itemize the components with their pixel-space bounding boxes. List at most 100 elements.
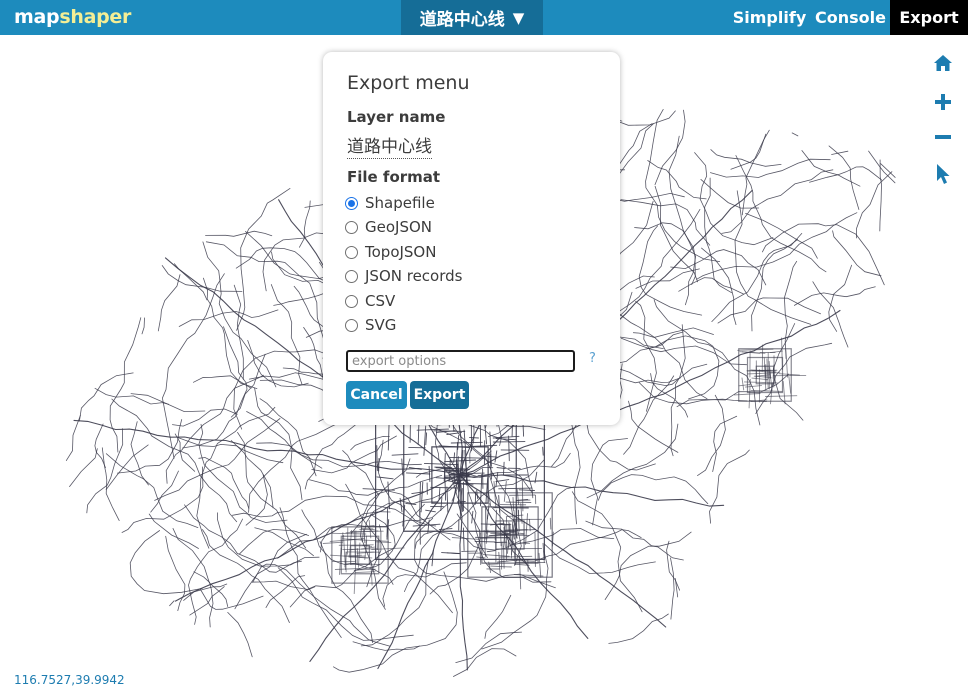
road-line bbox=[196, 406, 276, 549]
road-line bbox=[203, 277, 258, 389]
radio-button[interactable] bbox=[345, 269, 358, 283]
export-submit-button[interactable]: Export bbox=[410, 381, 469, 409]
layer-selector-button[interactable]: 道路中心线 ▼ bbox=[401, 0, 543, 35]
console-button[interactable]: Console bbox=[812, 0, 889, 35]
road-line bbox=[251, 580, 316, 591]
road-line bbox=[440, 497, 443, 511]
radio-button[interactable] bbox=[345, 294, 358, 308]
road-line bbox=[270, 284, 303, 385]
road-line bbox=[188, 518, 243, 625]
format-option-svg[interactable]: SVG bbox=[345, 314, 396, 336]
road-line bbox=[585, 520, 684, 561]
road-line bbox=[293, 285, 328, 330]
caret-down-icon: ▼ bbox=[512, 8, 525, 27]
road-line bbox=[141, 317, 145, 335]
road-line bbox=[513, 574, 544, 577]
road-line bbox=[741, 377, 745, 391]
road-line bbox=[459, 474, 725, 507]
road-line bbox=[498, 494, 501, 513]
road-line bbox=[755, 342, 833, 414]
road-line bbox=[856, 171, 893, 239]
road-line bbox=[794, 286, 876, 306]
format-label: SVG bbox=[365, 316, 397, 334]
road-line bbox=[435, 477, 460, 480]
road-line bbox=[233, 284, 244, 380]
road-line bbox=[444, 459, 477, 463]
road-line bbox=[788, 376, 792, 394]
zoom-in-icon[interactable] bbox=[930, 89, 956, 115]
road-line bbox=[94, 387, 169, 405]
road-line bbox=[237, 432, 307, 549]
simplify-button[interactable]: Simplify bbox=[729, 0, 810, 35]
format-option-json-records[interactable]: JSON records bbox=[345, 265, 462, 287]
road-line bbox=[161, 265, 243, 292]
export-options-input[interactable] bbox=[346, 350, 575, 372]
road-line bbox=[645, 109, 721, 262]
road-line bbox=[205, 230, 273, 237]
road-line bbox=[109, 317, 142, 453]
road-line bbox=[65, 415, 81, 461]
pointer-icon[interactable] bbox=[930, 161, 956, 187]
cancel-button[interactable]: Cancel bbox=[346, 381, 407, 409]
export-button[interactable]: Export bbox=[890, 0, 968, 35]
file-format-label: File format bbox=[347, 168, 441, 186]
road-line bbox=[386, 508, 389, 540]
help-link[interactable]: ? bbox=[589, 351, 596, 366]
road-line bbox=[184, 504, 302, 573]
road-line bbox=[354, 571, 376, 574]
home-icon[interactable] bbox=[930, 50, 956, 76]
road-line bbox=[503, 461, 505, 476]
road-line bbox=[782, 380, 786, 405]
road-line bbox=[252, 563, 391, 647]
road-line bbox=[387, 421, 390, 451]
road-line bbox=[704, 177, 732, 294]
road-line bbox=[178, 309, 279, 327]
road-line bbox=[457, 474, 468, 671]
format-option-csv[interactable]: CSV bbox=[345, 290, 395, 312]
road-line bbox=[542, 446, 544, 456]
road-line bbox=[490, 565, 512, 568]
road-line bbox=[494, 450, 498, 463]
road-line bbox=[416, 428, 449, 431]
road-line bbox=[453, 648, 517, 677]
road-line bbox=[508, 435, 510, 462]
road-line bbox=[277, 567, 414, 641]
format-label: GeoJSON bbox=[365, 218, 433, 236]
road-line bbox=[730, 133, 767, 170]
road-line bbox=[549, 517, 552, 530]
road-line bbox=[608, 613, 669, 644]
road-line bbox=[322, 541, 344, 544]
road-line bbox=[498, 487, 533, 490]
radio-button[interactable] bbox=[345, 318, 358, 332]
road-line bbox=[130, 393, 206, 413]
radio-button[interactable] bbox=[345, 220, 358, 234]
road-line bbox=[831, 150, 849, 155]
road-line bbox=[495, 472, 499, 488]
format-option-geojson[interactable]: GeoJSON bbox=[345, 216, 432, 238]
road-line bbox=[670, 557, 675, 620]
road-line bbox=[735, 155, 827, 273]
road-line bbox=[668, 135, 697, 306]
road-line bbox=[333, 571, 458, 673]
road-line bbox=[105, 444, 149, 490]
road-line bbox=[571, 491, 643, 613]
road-line bbox=[425, 432, 428, 446]
road-line bbox=[121, 466, 204, 533]
road-line bbox=[696, 212, 858, 280]
road-line bbox=[111, 398, 238, 523]
radio-button[interactable] bbox=[345, 245, 358, 259]
road-line bbox=[486, 550, 496, 553]
road-line bbox=[446, 552, 461, 555]
road-line bbox=[634, 222, 696, 285]
zoom-out-icon[interactable] bbox=[930, 124, 956, 150]
format-option-shapefile[interactable]: Shapefile bbox=[345, 192, 435, 214]
road-line bbox=[299, 200, 311, 248]
format-label: CSV bbox=[365, 292, 396, 310]
layer-name-field[interactable]: 道路中心线 bbox=[347, 132, 432, 159]
road-line bbox=[376, 476, 394, 480]
format-option-topojson[interactable]: TopoJSON bbox=[345, 241, 436, 263]
road-line bbox=[165, 374, 264, 484]
road-line bbox=[586, 423, 679, 499]
road-line bbox=[620, 199, 711, 246]
radio-button[interactable] bbox=[345, 196, 358, 210]
